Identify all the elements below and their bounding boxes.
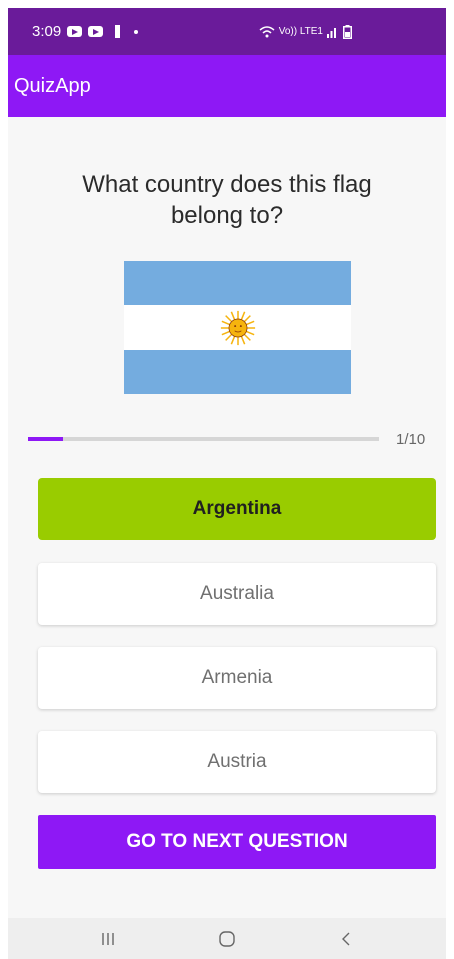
answer-option-argentina[interactable]: Argentina [38,478,436,540]
flag-image [124,261,351,394]
sun-of-may-icon [220,310,255,345]
flag-stripe-bottom [124,350,351,394]
answer-option-australia[interactable]: Australia [38,563,436,625]
battery-icon [343,24,352,39]
wifi-calling-icon [259,25,275,37]
answer-option-austria[interactable]: Austria [38,731,436,793]
flag-stripe-top [124,261,351,305]
signal-text: Vo)) LTE1 [278,26,323,37]
back-icon[interactable] [331,929,361,949]
navigation-bar [8,918,446,959]
quiz-content: What country does this flag belong to? 1… [8,117,446,918]
flashlight-icon [115,25,121,38]
progress-fill [28,437,64,441]
flag-stripe-middle [124,305,351,350]
notification-dot-icon [134,29,139,34]
status-left: 3:09 [32,23,139,40]
recent-apps-icon[interactable] [93,929,123,949]
question-text: What country does this flag belong to? [82,171,372,229]
app-title: QuizApp [14,74,91,97]
answer-option-armenia[interactable]: Armenia [38,647,436,709]
progress-bar [28,437,379,441]
progress-label: 1/10 [396,431,426,448]
youtube-icon-2 [88,26,104,37]
status-bar: 3:09 Vo)) LTE1 [8,8,446,55]
status-right: Vo)) LTE1 [259,24,352,39]
youtube-icon [67,26,83,37]
app-bar: QuizApp [8,55,446,117]
home-icon[interactable] [212,929,242,949]
signal-icon [327,27,336,38]
status-time: 3:09 [32,23,62,40]
next-question-button[interactable]: GO TO NEXT QUESTION [38,815,436,869]
